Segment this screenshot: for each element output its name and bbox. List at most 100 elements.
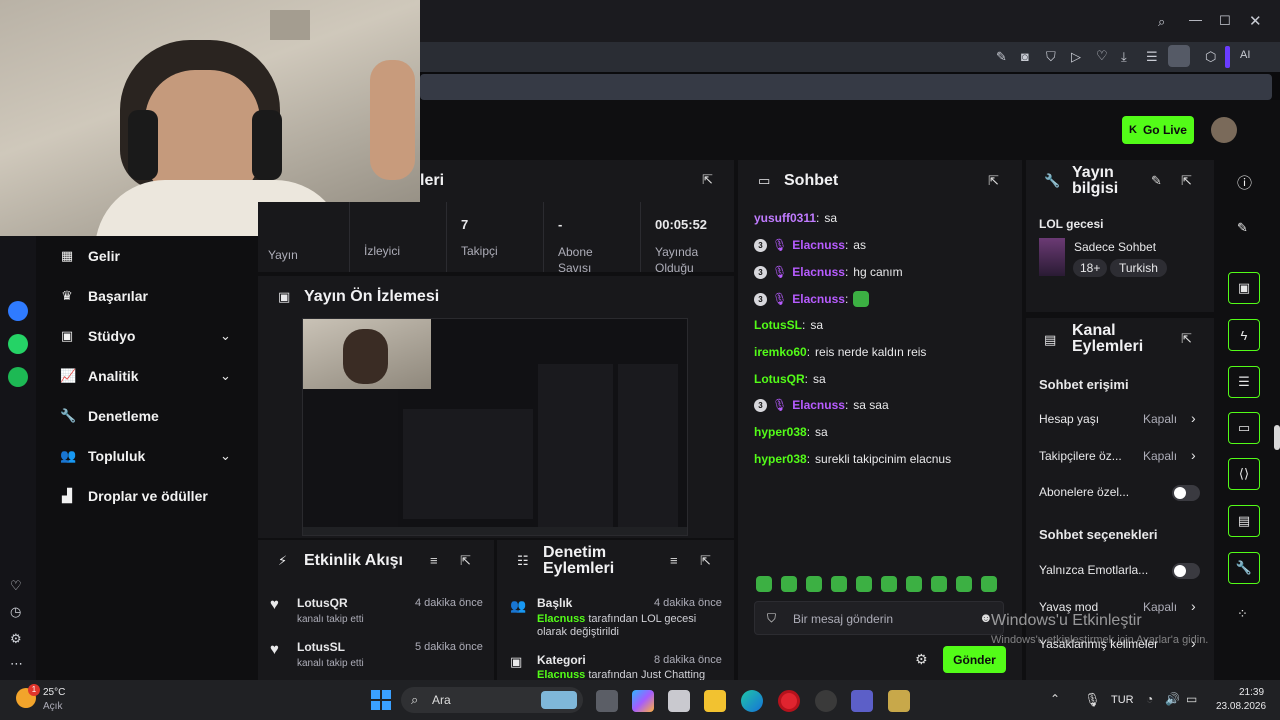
battery-icon[interactable]: ▭ xyxy=(1186,692,1197,706)
chat-username[interactable]: hyper038 xyxy=(754,425,807,439)
copilot-icon[interactable] xyxy=(632,690,654,712)
popout-icon[interactable]: ⇱ xyxy=(988,173,999,189)
emote-icon[interactable] xyxy=(781,576,797,592)
language-indicator[interactable]: TUR xyxy=(1111,694,1134,706)
camera-icon[interactable]: ◙ xyxy=(1021,49,1029,64)
sidebar-item-analitik[interactable]: 📈 Analitik xyxy=(60,368,139,384)
avatar[interactable] xyxy=(1211,117,1237,143)
activity-user[interactable]: LotusSL xyxy=(297,640,345,654)
messenger-icon[interactable] xyxy=(8,301,28,321)
apps-icon[interactable]: ⁘ xyxy=(1237,606,1248,622)
emote-icon[interactable] xyxy=(831,576,847,592)
edit-icon[interactable]: ✎ xyxy=(996,49,1007,65)
settings-icon[interactable]: ⚙ xyxy=(915,651,928,668)
popout-icon[interactable]: ⇱ xyxy=(1181,173,1192,189)
edit-icon[interactable]: ✎ xyxy=(1237,220,1248,236)
clock-icon[interactable]: ◷ xyxy=(10,604,21,620)
ai-button[interactable]: AI xyxy=(1240,49,1250,61)
sidebar-item-studyo[interactable]: ▣ Stüdyo xyxy=(60,328,136,344)
emote-icon[interactable] xyxy=(881,576,897,592)
activity-user[interactable]: LotusQR xyxy=(297,596,348,610)
profile-icon[interactable] xyxy=(1168,45,1190,67)
edit-icon[interactable]: ✎ xyxy=(1151,173,1162,189)
chat-tool-button[interactable]: ▭ xyxy=(1228,412,1260,444)
play-icon[interactable]: ▷ xyxy=(1071,49,1081,65)
emote-icon[interactable] xyxy=(956,576,972,592)
emote-icon[interactable] xyxy=(906,576,922,592)
filter-icon[interactable]: ≡ xyxy=(430,553,438,568)
chevron-down-icon[interactable]: ⌄ xyxy=(220,448,231,464)
minimize-icon[interactable]: — xyxy=(1189,12,1202,27)
emote-icon[interactable] xyxy=(756,576,772,592)
more-icon[interactable]: ⋯ xyxy=(10,656,23,672)
spotify-icon[interactable] xyxy=(8,367,28,387)
shield-icon[interactable]: ⛉ xyxy=(1046,49,1056,65)
emote-icon[interactable] xyxy=(931,576,947,592)
stream-tool-button[interactable]: ▣ xyxy=(1228,272,1260,304)
scrollbar[interactable] xyxy=(1274,425,1280,450)
clock-date[interactable]: 23.08.2026 xyxy=(1216,701,1266,712)
chat-username[interactable]: yusuff0311 xyxy=(754,211,816,225)
chat-username[interactable]: Elacnuss xyxy=(792,238,845,252)
list-icon[interactable]: ☰ xyxy=(1146,49,1158,65)
category-thumbnail[interactable] xyxy=(1039,238,1065,276)
chevron-down-icon[interactable]: ⌄ xyxy=(220,328,231,344)
address-bar[interactable]: ✎ ◙ ⛉ ▷ ♡ ⤓ ☰ ⬡ AI xyxy=(420,42,1280,72)
heart-icon[interactable]: ♡ xyxy=(10,578,22,594)
stream-preview[interactable] xyxy=(302,318,688,536)
sidebar-item-gelir[interactable]: ▦ Gelir xyxy=(60,248,120,264)
chat-username[interactable]: Elacnuss xyxy=(792,292,845,306)
embed-tool-button[interactable]: ⟨⟩ xyxy=(1228,458,1260,490)
sidebar-item-droplar[interactable]: ▟ Droplar ve ödüller xyxy=(60,488,208,504)
channel-tool-button[interactable]: ▤ xyxy=(1228,505,1260,537)
heart-icon[interactable]: ♡ xyxy=(1096,48,1108,64)
activity-tool-button[interactable]: ϟ xyxy=(1228,319,1260,351)
emote-icon[interactable] xyxy=(981,576,997,592)
close-icon[interactable]: ✕ xyxy=(1249,12,1262,30)
wifi-icon[interactable]: ◔ xyxy=(1146,692,1153,706)
edge-icon[interactable] xyxy=(741,690,763,712)
category-name[interactable]: Sadece Sohbet xyxy=(1074,240,1156,254)
chevron-down-icon[interactable]: ⌄ xyxy=(220,368,231,384)
cube-icon[interactable]: ⬡ xyxy=(1205,49,1216,65)
sidebar-item-basarilar[interactable]: ♛ Başarılar xyxy=(60,288,148,304)
setting-row[interactable]: Takipçilere öz... Kapalı › xyxy=(1026,447,1214,467)
popout-icon[interactable]: ⇱ xyxy=(700,553,711,569)
chat-username[interactable]: iremko60 xyxy=(754,345,807,359)
teams-icon[interactable] xyxy=(851,690,873,712)
chevron-up-icon[interactable]: ⌃ xyxy=(1050,692,1070,710)
subscribers-only-toggle[interactable] xyxy=(1172,485,1200,501)
volume-icon[interactable]: 🔊 xyxy=(1165,692,1180,706)
obs-icon[interactable] xyxy=(815,690,837,712)
emote-icon[interactable] xyxy=(806,576,822,592)
chat-username[interactable]: LotusSL xyxy=(754,318,802,332)
popout-icon[interactable]: ⇱ xyxy=(1181,331,1192,347)
league-icon[interactable] xyxy=(888,690,910,712)
setting-row[interactable]: Hesap yaşı Kapalı › xyxy=(1026,410,1214,430)
taskview-icon[interactable] xyxy=(596,690,618,712)
emote-icon[interactable] xyxy=(856,576,872,592)
chat-username[interactable]: Elacnuss xyxy=(792,265,845,279)
chat-input[interactable]: ⛉ Bir mesaj gönderin ☻ xyxy=(754,601,1004,635)
chat-username[interactable]: hyper038 xyxy=(754,452,807,466)
chat-username[interactable]: Elacnuss xyxy=(792,398,845,412)
actor-name[interactable]: Elacnuss xyxy=(537,613,585,625)
clock-time[interactable]: 21:39 xyxy=(1239,687,1264,698)
popout-icon[interactable]: ⇱ xyxy=(460,553,471,569)
filter-icon[interactable]: ≡ xyxy=(670,553,678,568)
sidebar-item-topluluk[interactable]: 👥 Topluluk xyxy=(60,448,145,464)
go-live-button[interactable]: K Go Live xyxy=(1122,116,1194,144)
settings-icon[interactable]: ⚙ xyxy=(10,631,22,647)
info-icon[interactable]: ⓘ xyxy=(1237,172,1252,193)
opera-icon[interactable] xyxy=(778,690,800,712)
list-tool-button[interactable]: ☰ xyxy=(1228,366,1260,398)
store-icon[interactable] xyxy=(668,690,690,712)
send-button[interactable]: Gönder xyxy=(943,646,1006,673)
start-button[interactable] xyxy=(371,690,391,710)
chat-username[interactable]: LotusQR xyxy=(754,372,805,386)
download-icon[interactable]: ⤓ xyxy=(1121,49,1127,65)
popout-icon[interactable]: ⇱ xyxy=(702,172,713,188)
wrench-tool-button[interactable]: 🔧 xyxy=(1228,552,1260,584)
taskbar-search[interactable]: ⌕ Ara xyxy=(401,687,583,713)
sidebar-item-denetleme[interactable]: 🔧 Denetleme xyxy=(60,408,159,424)
